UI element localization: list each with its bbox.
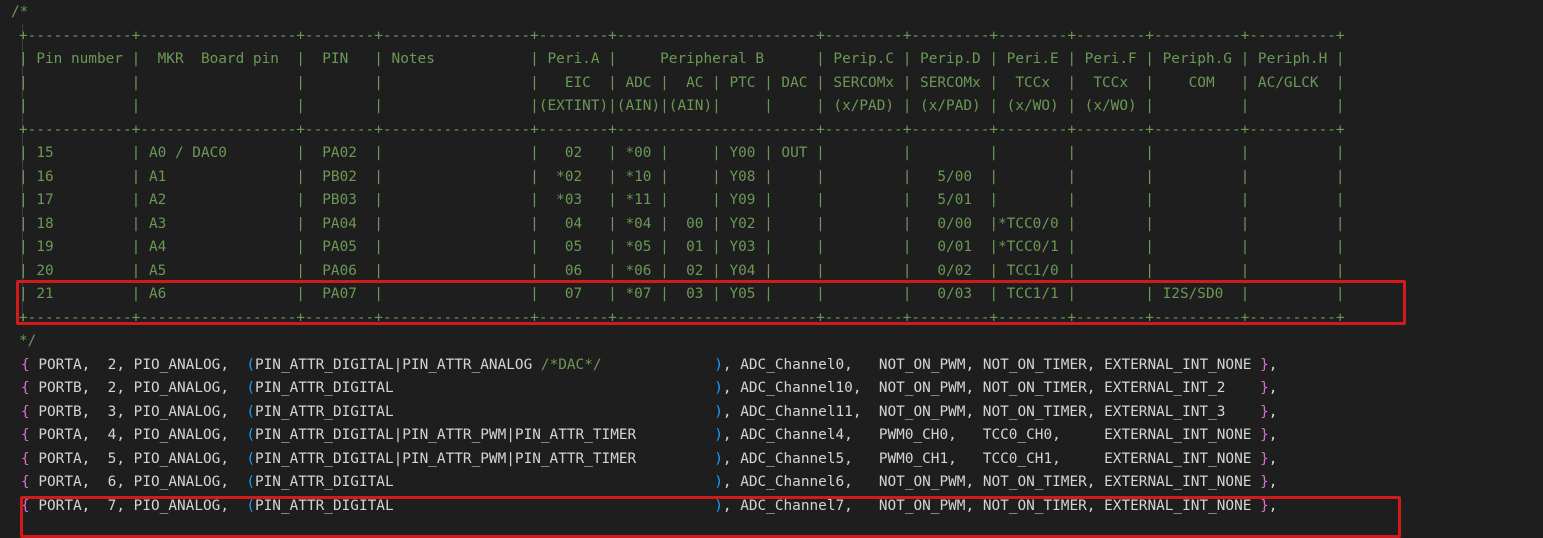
ext-int-value: EXTERNAL_INT_3 [1104,403,1226,420]
table-line-text: +------------+------------------+-------… [19,309,1345,326]
ext-int-value: EXTERNAL_INT_2 [1104,380,1226,396]
table-line-text: | 21 | A6 | PA07 | | 07 | *07 | 03 | Y05… [19,286,1345,302]
table-line[interactable]: | | | | |(EXTINT)|(AIN)|(AIN)| | | (x/PA… [19,94,1345,118]
table-line-text: | | | | | EIC | ADC | AC | PTC | DAC | S… [19,74,1345,91]
attr-comment: /*DAC*/ [540,356,602,373]
code-row-porta-2[interactable]: { PORTA, 2, PIO_ANALOG, (PIN_ATTR_DIGITA… [21,353,1277,377]
adc-channel-value: ADC_Channel4, [740,427,853,443]
code-row-portb-3[interactable]: { PORTB, 3, PIO_ANALOG, (PIN_ATTR_DIGITA… [21,400,1277,424]
comment-close: */ [19,333,37,349]
adc-channel-value: ADC_Channel11, [740,403,862,420]
timer-value: NOT_ON_TIMER, [982,380,1096,396]
port-value: PORTA [38,474,82,490]
table-line[interactable]: | 15 | A0 / DAC0 | PA02 | | 02 | *00 | |… [19,141,1345,165]
table-line-text: | 20 | A5 | PA06 | | 06 | *06 | 02 | Y04… [19,262,1345,279]
pin-type-value: PIO_ANALOG [133,497,221,514]
code-row-porta-4[interactable]: { PORTA, 4, PIO_ANALOG, (PIN_ATTR_DIGITA… [21,423,1277,447]
port-value: PORTA [38,356,82,373]
table-line-text: | | | | |(EXTINT)|(AIN)|(AIN)| | | (x/PA… [19,98,1345,114]
pin-attrs-value: PIN_ATTR_DIGITAL|PIN_ATTR_PWM|PIN_ATTR_T… [254,427,637,443]
table-line[interactable]: | 21 | A6 | PA07 | | 07 | *07 | 03 | Y05… [19,282,1345,306]
pin-attrs-value: PIN_ATTR_DIGITAL [254,497,394,514]
table-line-text: +------------+------------------+-------… [19,27,1345,44]
code-row-portb-2[interactable]: { PORTB, 2, PIO_ANALOG, (PIN_ATTR_DIGITA… [21,376,1277,400]
comment-close-line[interactable]: */ [19,329,36,353]
table-line-text: +------------+------------------+-------… [19,121,1345,138]
comment-open-line[interactable]: /* [11,0,28,24]
ext-int-value: EXTERNAL_INT_NONE [1104,474,1252,490]
port-value: PORTA [38,427,82,443]
table-line[interactable]: | Pin number | MKR Board pin | PIN | Not… [19,47,1345,71]
table-line-text: | 18 | A3 | PA04 | | 04 | *04 | 00 | Y02… [19,215,1345,232]
pin-type-value: PIO_ANALOG [133,403,221,420]
ext-int-value: EXTERNAL_INT_NONE [1104,450,1252,467]
table-line-text: | 15 | A0 / DAC0 | PA02 | | 02 | *00 | |… [19,145,1345,161]
table-line-text: | 16 | A1 | PB02 | | *02 | *10 | | Y08 |… [19,168,1345,185]
pin-type-value: PIO_ANALOG [133,427,221,443]
table-line[interactable]: +------------+------------------+-------… [19,118,1345,142]
table-line-text: | 19 | A4 | PA05 | | 05 | *05 | 01 | Y03… [19,239,1345,255]
table-line[interactable]: | 17 | A2 | PB03 | | *03 | *11 | | Y09 |… [19,188,1345,212]
code-row-porta-5[interactable]: { PORTA, 5, PIO_ANALOG, (PIN_ATTR_DIGITA… [21,447,1277,471]
pwm-value: NOT_ON_PWM, [878,474,975,490]
comment-open: /* [11,4,29,20]
pwm-value: PWM0_CH0, [878,427,957,443]
table-line-text: | 17 | A2 | PB03 | | *03 | *11 | | Y09 |… [19,192,1345,208]
table-line-text: | Pin number | MKR Board pin | PIN | Not… [19,51,1345,67]
pin-type-value: PIO_ANALOG [133,380,221,396]
adc-channel-value: ADC_Channel7, [740,497,853,514]
table-line[interactable]: | 16 | A1 | PB02 | | *02 | *10 | | Y08 |… [19,165,1345,189]
ext-int-value: EXTERNAL_INT_NONE [1104,427,1252,443]
table-line[interactable]: +------------+------------------+-------… [19,24,1345,48]
table-line[interactable]: +------------+------------------+-------… [19,306,1345,330]
pin-type-value: PIO_ANALOG [133,450,221,467]
adc-channel-value: ADC_Channel10, [740,380,862,396]
pin-type-value: PIO_ANALOG [133,356,221,373]
timer-value: NOT_ON_TIMER, [982,403,1096,420]
pwm-value: NOT_ON_PWM, [878,497,975,514]
pin-attrs-value: PIN_ATTR_DIGITAL [254,403,394,420]
pwm-value: NOT_ON_PWM, [878,380,975,396]
table-line[interactable]: | 19 | A4 | PA05 | | 05 | *05 | 01 | Y03… [19,235,1345,259]
code-row-porta-7[interactable]: { PORTA, 7, PIO_ANALOG, (PIN_ATTR_DIGITA… [21,494,1277,518]
adc-channel-value: ADC_Channel6, [740,474,853,490]
ext-int-value: EXTERNAL_INT_NONE [1104,497,1252,514]
pwm-value: PWM0_CH1, [878,450,957,467]
pin-type-value: PIO_ANALOG [133,474,221,490]
code-editor[interactable]: /* +------------+------------------+-----… [11,0,1543,538]
port-value: PORTA [38,497,82,514]
pin-attrs-value: PIN_ATTR_DIGITAL|PIN_ATTR_ANALOG [254,356,533,373]
pin-attrs-value: PIN_ATTR_DIGITAL|PIN_ATTR_PWM|PIN_ATTR_T… [254,450,637,467]
table-line[interactable]: | 18 | A3 | PA04 | | 04 | *04 | 00 | Y02… [19,212,1345,236]
timer-value: TCC0_CH1, [982,450,1061,467]
ext-int-value: EXTERNAL_INT_NONE [1104,356,1252,373]
adc-channel-value: ADC_Channel5, [740,450,853,467]
table-line[interactable]: | | | | | EIC | ADC | AC | PTC | DAC | S… [19,71,1345,95]
adc-channel-value: ADC_Channel0, [740,356,853,373]
timer-value: NOT_ON_TIMER, [982,474,1096,490]
pwm-value: NOT_ON_PWM, [878,356,975,373]
table-line[interactable]: | 20 | A5 | PA06 | | 06 | *06 | 02 | Y04… [19,259,1345,283]
timer-value: TCC0_CH0, [982,427,1061,443]
port-value: PORTB [38,380,82,396]
timer-value: NOT_ON_TIMER, [982,356,1096,373]
timer-value: NOT_ON_TIMER, [982,497,1096,514]
pin-attrs-value: PIN_ATTR_DIGITAL [254,474,394,490]
pin-attrs-value: PIN_ATTR_DIGITAL [254,380,394,396]
code-row-porta-6[interactable]: { PORTA, 6, PIO_ANALOG, (PIN_ATTR_DIGITA… [21,470,1277,494]
port-value: PORTA [38,450,82,467]
pwm-value: NOT_ON_PWM, [878,403,975,420]
port-value: PORTB [38,403,82,420]
